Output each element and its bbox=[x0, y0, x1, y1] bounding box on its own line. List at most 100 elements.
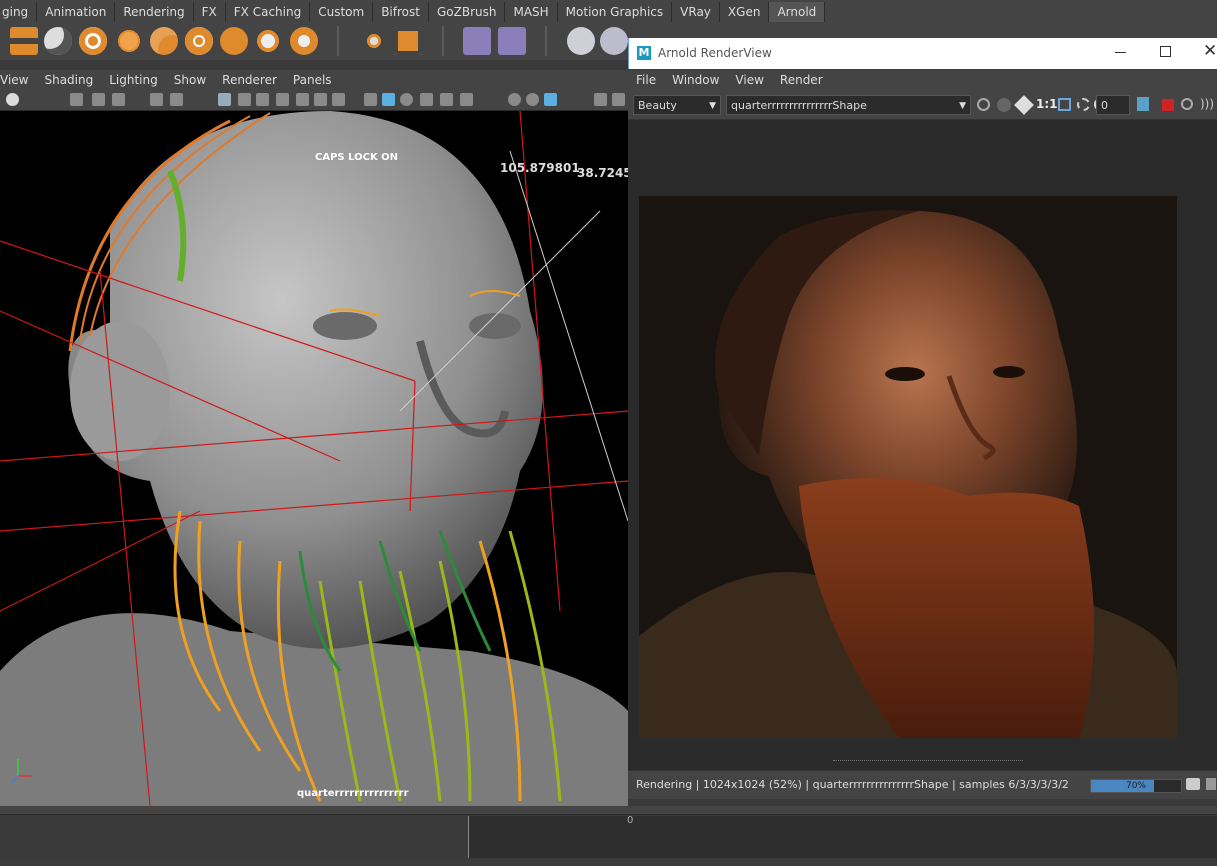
wireframe-icon[interactable] bbox=[364, 93, 377, 106]
shelf-tab-arnold[interactable]: Arnold bbox=[769, 2, 826, 22]
ambient-occlusion-icon[interactable] bbox=[508, 93, 521, 106]
bookmark-icon[interactable] bbox=[92, 93, 105, 106]
maximize-icon[interactable] bbox=[1160, 46, 1171, 57]
aov-select[interactable]: Beauty ▼ bbox=[633, 95, 721, 115]
rv-menu-view[interactable]: View bbox=[727, 70, 771, 91]
shelf-separator bbox=[545, 26, 547, 56]
grease-pencil-icon[interactable] bbox=[170, 93, 183, 106]
canvas-resize-handle[interactable] bbox=[833, 760, 1023, 763]
camera-select[interactable]: quarterrrrrrrrrrrrrrrShape ▼ bbox=[726, 95, 971, 115]
use-all-lights-icon[interactable] bbox=[440, 93, 453, 106]
shelf-tab-rigging[interactable]: ging bbox=[0, 2, 38, 22]
point-light-icon[interactable] bbox=[220, 27, 248, 55]
modeling-viewport[interactable]: CAPS LOCK ON 105.879801 38.72451 quarter… bbox=[0, 111, 628, 806]
person-icon[interactable] bbox=[498, 27, 526, 55]
safe-title-icon[interactable] bbox=[332, 93, 345, 106]
anti-aliasing-icon[interactable] bbox=[544, 93, 557, 106]
shelf-tab-animation[interactable]: Animation bbox=[37, 2, 116, 22]
rgb-channel-icon[interactable] bbox=[997, 98, 1011, 112]
renderview-status-bar: Rendering | 1024x1024 (52%) | quarterrrr… bbox=[628, 770, 1217, 799]
renderview-titlebar[interactable]: M Arnold RenderView ✕ bbox=[628, 38, 1217, 69]
rv-menu-file[interactable]: File bbox=[628, 70, 664, 91]
menu-shading[interactable]: Shading bbox=[36, 70, 101, 90]
render-progress-bar: 70% bbox=[1090, 779, 1182, 793]
shelf-tab-fx-caching[interactable]: FX Caching bbox=[226, 2, 311, 22]
shelf-tab-gozbrush[interactable]: GoZBrush bbox=[429, 2, 506, 22]
menu-show[interactable]: Show bbox=[166, 70, 214, 90]
xray-icon[interactable] bbox=[612, 93, 625, 106]
rv-menu-render[interactable]: Render bbox=[772, 70, 831, 91]
log-icon[interactable] bbox=[1137, 97, 1149, 111]
snapshot-icon[interactable] bbox=[1186, 778, 1200, 790]
maya-app-icon: M bbox=[637, 46, 651, 60]
render-view-icon[interactable] bbox=[463, 27, 491, 55]
textured-icon[interactable] bbox=[420, 93, 433, 106]
frame-icon[interactable] bbox=[1058, 98, 1071, 111]
gate-mask-icon[interactable] bbox=[276, 93, 289, 106]
render-canvas[interactable] bbox=[628, 120, 1217, 770]
refresh-icon[interactable] bbox=[1077, 98, 1090, 111]
timeline-frame-zero: 0 bbox=[627, 815, 634, 826]
film-gate-icon[interactable] bbox=[238, 93, 251, 106]
shelf-tab-xgen[interactable]: XGen bbox=[720, 2, 770, 22]
spot-light-icon[interactable] bbox=[150, 27, 178, 55]
shelf-tab-vray[interactable]: VRay bbox=[672, 2, 720, 22]
ipr-icon[interactable]: ))) bbox=[1200, 97, 1214, 111]
exposure-icon[interactable] bbox=[977, 98, 990, 111]
shelf-tab-bifrost[interactable]: Bifrost bbox=[373, 2, 429, 22]
rv-menu-window[interactable]: Window bbox=[664, 70, 727, 91]
chevron-down-icon: ▼ bbox=[709, 101, 716, 111]
arnold-light-icon[interactable] bbox=[79, 27, 107, 55]
menu-panels[interactable]: Panels bbox=[285, 70, 340, 90]
stop-render-icon[interactable] bbox=[1162, 99, 1174, 111]
material-ball-icon[interactable] bbox=[600, 27, 628, 55]
shelf-tab-rendering[interactable]: Rendering bbox=[115, 2, 194, 22]
menu-view[interactable]: View bbox=[0, 70, 36, 90]
image-plane-icon[interactable] bbox=[112, 93, 125, 106]
zoom-ratio-label[interactable]: 1:1 bbox=[1036, 97, 1058, 111]
snowflake-icon[interactable] bbox=[360, 27, 388, 55]
timeline-left-area bbox=[0, 816, 466, 858]
overflow-icon[interactable] bbox=[1206, 778, 1216, 790]
field-chart-icon[interactable] bbox=[296, 93, 309, 106]
safe-action-icon[interactable] bbox=[314, 93, 327, 106]
area-light-icon[interactable] bbox=[185, 27, 213, 55]
isolate-select-icon[interactable] bbox=[594, 93, 607, 106]
renderview-menu-bar: File Window View Render bbox=[628, 70, 1217, 91]
shelf-separator bbox=[337, 26, 339, 56]
render-settings-icon[interactable] bbox=[394, 27, 422, 55]
viewport-menu-bar: View Shading Lighting Show Renderer Pane… bbox=[0, 70, 630, 90]
camera-attributes-icon[interactable] bbox=[70, 93, 83, 106]
shelf-tab-motion-graphics[interactable]: Motion Graphics bbox=[558, 2, 673, 22]
sun-light-icon[interactable] bbox=[115, 27, 143, 55]
select-camera-icon[interactable] bbox=[6, 93, 19, 106]
smooth-shade-icon[interactable] bbox=[382, 93, 395, 106]
shelf-tab-bar: ging Animation Rendering FX FX Caching C… bbox=[0, 0, 1217, 23]
material-ball-icon[interactable] bbox=[567, 27, 595, 55]
default-material-icon[interactable] bbox=[400, 93, 413, 106]
arnold-sphere-icon[interactable] bbox=[44, 27, 72, 55]
shelf-tab-mash[interactable]: MASH bbox=[505, 2, 558, 22]
restart-icon[interactable] bbox=[1181, 98, 1193, 110]
time-slider[interactable] bbox=[468, 816, 1217, 858]
menu-renderer[interactable]: Renderer bbox=[214, 70, 285, 90]
frame-field[interactable]: 0 bbox=[1096, 95, 1130, 115]
caps-lock-warning: CAPS LOCK ON bbox=[315, 152, 399, 163]
photometric-light-icon[interactable] bbox=[290, 27, 318, 55]
rendered-image bbox=[639, 196, 1177, 738]
menu-lighting[interactable]: Lighting bbox=[101, 70, 166, 90]
two-d-pan-icon[interactable] bbox=[150, 93, 163, 106]
motion-blur-icon[interactable] bbox=[526, 93, 539, 106]
render-progress-label: 70% bbox=[1125, 781, 1146, 791]
shelf-tab-custom[interactable]: Custom bbox=[310, 2, 374, 22]
stamp-icon[interactable] bbox=[10, 27, 38, 55]
skydome-light-icon[interactable] bbox=[254, 27, 282, 55]
shelf-tab-fx[interactable]: FX bbox=[194, 2, 226, 22]
color-correct-icon[interactable] bbox=[1014, 95, 1034, 115]
minimize-icon[interactable] bbox=[1115, 52, 1126, 53]
close-icon[interactable]: ✕ bbox=[1203, 41, 1217, 61]
resolution-gate-icon[interactable] bbox=[256, 93, 269, 106]
grid-icon[interactable] bbox=[218, 93, 231, 106]
shadows-icon[interactable] bbox=[460, 93, 473, 106]
render-status-text: Rendering | 1024x1024 (52%) | quarterrrr… bbox=[636, 778, 1069, 791]
